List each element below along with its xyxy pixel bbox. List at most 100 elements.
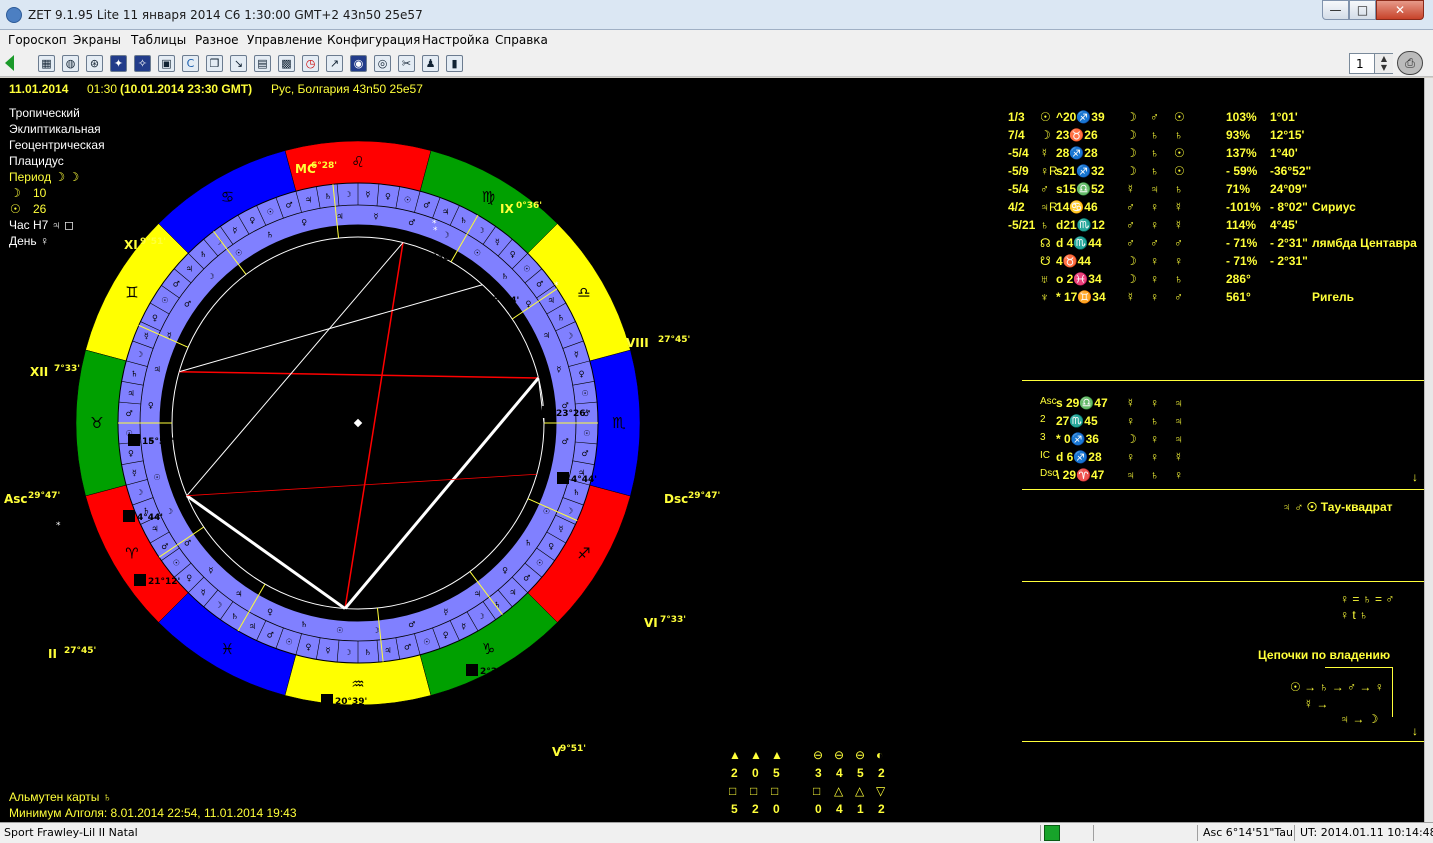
copy-icon[interactable]: ❐	[206, 55, 223, 72]
planet-row-sc: 4/2	[1008, 200, 1025, 214]
compass-icon[interactable]: ↗	[326, 55, 343, 72]
status-chart-type: Sport Frawley-Lil II Natal	[4, 826, 138, 839]
planet-position-label: 17°34'	[487, 296, 519, 306]
planet-row-a: ☽	[1126, 128, 1137, 142]
menu-settings[interactable]: Настройка	[422, 33, 489, 47]
star-map-icon[interactable]: ✦	[110, 55, 127, 72]
decan-ruler-icon: ♀	[186, 574, 192, 583]
count-symbol-icon: ⊖	[834, 748, 845, 762]
menu-configuration[interactable]: Конфигурация	[327, 33, 420, 47]
color-grid-icon[interactable]: ▩	[278, 55, 295, 72]
planet-row-a: ☽	[1126, 164, 1137, 178]
house-row-deg: 27♏45	[1056, 414, 1098, 428]
target-icon[interactable]: ◎	[374, 55, 391, 72]
decan-ruler-icon: ♂	[267, 631, 274, 640]
grid-table-icon[interactable]: ▦	[38, 55, 55, 72]
status-ut: UT: 2014.01.11 10:14:48	[1300, 826, 1433, 839]
close-button[interactable]: ✕	[1376, 0, 1424, 20]
planet-glyph-icon	[134, 574, 146, 586]
decan-ruler-icon: ☿	[495, 237, 500, 246]
planet-position-label: 15°52'	[142, 437, 174, 447]
house-cusp-label: II	[48, 647, 57, 661]
back-arrow-icon[interactable]	[5, 55, 14, 71]
tools-icon[interactable]: ✂	[398, 55, 415, 72]
menu-help[interactable]: Справка	[495, 33, 548, 47]
term-ruler-icon: ☉	[235, 249, 242, 258]
planet-row-b: ♃	[1150, 182, 1159, 196]
chart-frame-icon[interactable]: ▣	[158, 55, 175, 72]
zodiac-sign-glyph-icon: ♐	[577, 545, 590, 563]
term-ruler-icon: ♀	[267, 608, 273, 617]
menu-tables[interactable]: Таблицы	[131, 33, 186, 47]
planet-row-g: ♄	[1040, 218, 1049, 232]
count-symbol-icon: ▽	[876, 784, 886, 798]
zodiac-sign-glyph-icon: ♑	[482, 640, 495, 658]
scroll-down-icon[interactable]: ↓	[1412, 470, 1418, 484]
decan-ruler-icon: ☽	[566, 331, 573, 340]
wheel-chart-icon[interactable]: ⊛	[86, 55, 103, 72]
house-row-b: ♀	[1150, 396, 1159, 410]
decan-ruler-icon: ♂	[581, 449, 588, 458]
print-form-icon[interactable]: ▤	[254, 55, 271, 72]
decan-ruler-icon: ☉	[267, 207, 274, 216]
natal-chart-wheel[interactable]: ♌♋♊♉♈♓♒♑♐♏♎♍♂☉♀☿☽♄♃♂☉♀☿☽♄♃♂☉♀☿☽♄♃♂☉♀☿☽♄♃…	[0, 118, 720, 778]
planet-row-pct: 286°	[1226, 272, 1251, 286]
planet-row-c: ♂	[1174, 236, 1183, 250]
planet-row-sc: 1/3	[1008, 110, 1025, 124]
count-symbol-icon: △	[834, 784, 844, 798]
printer-icon[interactable]: ⎙	[1397, 51, 1423, 75]
letter-c-icon[interactable]: C	[182, 55, 199, 72]
spinner-arrows-icon[interactable]: ▲ ▼	[1374, 54, 1393, 73]
planet-row-a: ☽	[1126, 254, 1137, 268]
menu-control[interactable]: Управление	[247, 33, 322, 47]
decan-ruler-icon: ☽	[566, 507, 573, 516]
decan-ruler-icon: ♄	[200, 250, 207, 259]
almuten: Альмутен карты ♄	[9, 790, 112, 804]
status-separator	[1093, 825, 1094, 841]
menu-screens[interactable]: Экраны	[73, 33, 121, 47]
planet-row-b: ♀	[1150, 254, 1159, 268]
planet-row-a: ☽	[1126, 146, 1137, 160]
decan-ruler-icon: ☿	[232, 226, 237, 235]
decan-ruler-icon: ♂	[536, 280, 543, 289]
vertical-scrollbar[interactable]	[1424, 78, 1433, 822]
planet-row-g: ♅	[1040, 272, 1049, 286]
globe-icon[interactable]: ◍	[62, 55, 79, 72]
planet-row-pct: 114%	[1226, 218, 1257, 232]
chart-number-spinner[interactable]: 1 ▲ ▼	[1349, 53, 1393, 74]
planet-rings-icon[interactable]: ◉	[350, 55, 367, 72]
zodiac-sign-glyph-icon: ♏	[612, 414, 626, 432]
house-row-g: 3	[1040, 432, 1046, 443]
decan-ruler-icon: ☽	[136, 350, 143, 359]
planet-row-g: ☉	[1040, 110, 1051, 124]
arrow-icon[interactable]: ↘	[230, 55, 247, 72]
menu-horoscope[interactable]: Гороскоп	[8, 33, 67, 47]
count-value: 0	[815, 802, 822, 816]
clock-chart-icon[interactable]: ◷	[302, 55, 319, 72]
count-value: 2	[878, 802, 885, 816]
maximize-button[interactable]: □	[1349, 0, 1376, 20]
term-ruler-icon: ☿	[556, 365, 561, 374]
spinner-value: 1	[1356, 57, 1364, 71]
person-icon[interactable]: ♟	[422, 55, 439, 72]
planet-row-star: лямбда Центавра	[1312, 236, 1417, 250]
planet-row-pct: - 71%	[1226, 254, 1258, 268]
planet-row-a: ☿	[1126, 182, 1135, 196]
planet-row-deg: d 4♏44	[1056, 236, 1102, 250]
decan-ruler-icon: ♃	[548, 296, 555, 305]
minimize-button[interactable]: —	[1322, 0, 1349, 20]
scroll-down-icon[interactable]: ↓	[1412, 724, 1418, 738]
menu-misc[interactable]: Разное	[195, 33, 239, 47]
star-chart-icon[interactable]: ✧	[134, 55, 151, 72]
count-value: 0	[752, 766, 759, 780]
term-ruler-icon: ♄	[267, 230, 274, 239]
house-row-a: ♃	[1126, 468, 1135, 482]
planet-glyph-icon	[123, 510, 135, 522]
count-value: 2	[731, 766, 738, 780]
planet-glyph-icon	[466, 664, 478, 676]
planet-row-b: ♂	[1150, 236, 1159, 250]
house-cusp-label: Dsc	[664, 492, 688, 506]
decan-ruler-icon: ♄	[131, 369, 138, 378]
decan-ruler-icon: ♀	[548, 542, 554, 551]
bar-graph-icon[interactable]: ▮	[446, 55, 463, 72]
